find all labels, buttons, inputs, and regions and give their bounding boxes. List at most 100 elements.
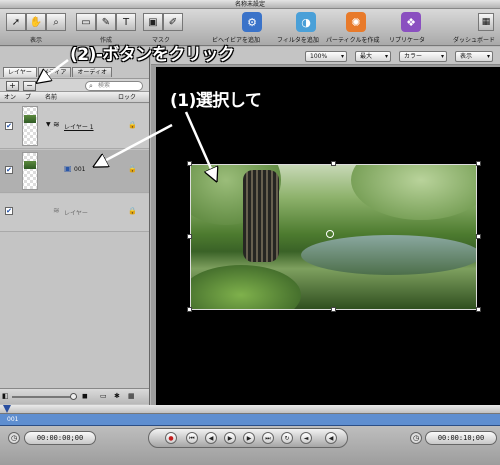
play-button[interactable]: ▶ — [224, 432, 236, 444]
group-layer-icon: ≋ — [53, 120, 60, 129]
view-mode-icon[interactable]: ▭ — [100, 392, 107, 400]
resolution-select[interactable]: 最大 ▾ — [355, 51, 391, 62]
zoom-icon[interactable]: ⌕ — [46, 13, 66, 31]
transform-handle[interactable] — [476, 234, 481, 239]
mask-rect-icon[interactable]: ▣ — [143, 13, 163, 31]
window-title-bar: 名称未設定 — [0, 0, 500, 9]
make-particles-label: パーティクルを作成 — [326, 37, 380, 44]
loop-button[interactable]: ↻ — [281, 432, 293, 444]
disclosure-triangle-icon[interactable]: ▼ — [46, 121, 51, 128]
timeline-track-001[interactable]: 001 — [0, 414, 500, 426]
current-timecode[interactable]: 00:00:00;00 — [24, 431, 96, 445]
thumbnail-size-slider[interactable] — [12, 393, 77, 400]
view-grid-icon[interactable]: ▦ — [128, 392, 135, 400]
tab-audio[interactable]: オーディオ — [72, 67, 113, 77]
layer-thumbnail — [22, 152, 38, 190]
view-tools-label: 表示 — [30, 37, 43, 44]
transform-handle[interactable] — [331, 161, 336, 166]
canvas[interactable] — [156, 67, 500, 405]
tab-layers[interactable]: レイヤー — [3, 67, 37, 77]
layer-visibility-checkbox[interactable]: ✔ — [5, 122, 13, 130]
layer-row-group[interactable]: ✔ ▼ ≋ レイヤー 1 🔒 — [0, 104, 149, 149]
color-channel-select[interactable]: カラー ▾ — [399, 51, 447, 62]
layer-row-001[interactable]: ✔ ▣ 001 🔒 — [0, 150, 149, 193]
transport-controls: ● ⏮ ◀ ▶ ▶ ⏭ ↻ ◄ ◀ — [148, 428, 348, 448]
mini-timeline: 001 ◷ 00:00:00;00 ● ⏮ ◀ ▶ ▶ ⏭ ↻ ◄ ◀ ◷ 00… — [0, 405, 500, 465]
layer-visibility-checkbox[interactable]: ✔ — [5, 207, 13, 215]
add-layer-button[interactable]: + — [6, 81, 19, 91]
transform-handle[interactable] — [476, 307, 481, 312]
view-options-select[interactable]: 表示 ▾ — [455, 51, 493, 62]
create-tools-group: ▭ ✎ T — [76, 13, 136, 31]
particle-icon[interactable]: ✺ — [346, 12, 366, 32]
layer-name: レイヤー 1 — [64, 124, 94, 131]
tab-media[interactable]: メディア — [37, 67, 72, 77]
settings-icon[interactable]: ✱ — [114, 392, 120, 400]
layers-column-header: オン プ 名前 ロック — [0, 92, 149, 103]
annotation-step1: (1)選択して — [170, 91, 262, 111]
selected-image-001[interactable] — [190, 164, 477, 310]
zoom-select[interactable]: 100% ▾ — [305, 51, 347, 62]
lock-icon[interactable]: 🔒 — [128, 121, 137, 129]
previous-frame-button[interactable]: ◀ — [205, 432, 217, 444]
transform-handle[interactable] — [187, 307, 192, 312]
mute-button[interactable]: ◀ — [325, 432, 337, 444]
window-title: 名称未設定 — [234, 1, 265, 8]
layer-row-placeholder[interactable]: ✔ ≋ レイヤー 🔒 — [0, 194, 149, 232]
layers-panel: レイヤー メディア オーディオ + − ⌕ 検索 オン プ 名前 ロック ✔ ▼… — [0, 47, 150, 405]
transform-handle[interactable] — [331, 307, 336, 312]
timecode-menu-icon[interactable]: ◷ — [8, 432, 20, 444]
behavior-gear-icon[interactable]: ⚙ — [242, 12, 262, 32]
remove-layer-button[interactable]: − — [23, 81, 36, 91]
pen-icon[interactable]: ✎ — [96, 13, 116, 31]
transform-handle[interactable] — [476, 161, 481, 166]
layers-toolbar: + − ⌕ 検索 — [0, 78, 149, 92]
water-wheel — [243, 170, 279, 262]
select-arrow-icon[interactable]: ➚ — [6, 13, 26, 31]
transform-handle[interactable] — [187, 161, 192, 166]
lock-icon[interactable]: 🔒 — [128, 165, 137, 173]
col-name: 名前 — [45, 94, 58, 101]
filter-icon[interactable]: ◑ — [296, 12, 316, 32]
layer-name: 001 — [74, 166, 86, 173]
mask-pen-icon[interactable]: ✐ — [163, 13, 183, 31]
go-to-start-button[interactable]: ⏮ — [186, 432, 198, 444]
layer-name: レイヤー — [64, 210, 88, 217]
record-button[interactable]: ● — [165, 432, 177, 444]
dashboard-icon[interactable]: ▦ — [478, 13, 494, 31]
col-lock: ロック — [118, 94, 137, 101]
duration-timecode[interactable]: 00:00:10;00 — [425, 431, 497, 445]
layers-footer: ◧ ◼ ▭ ✱ ▦ — [0, 388, 149, 404]
replicator-label: リプリケータ — [389, 37, 426, 44]
playhead[interactable] — [3, 405, 11, 413]
dashboard-label: ダッシュボード — [453, 37, 496, 44]
annotation-step2: (2)-ボタンをクリック — [70, 45, 235, 65]
slider-knob[interactable] — [70, 393, 77, 400]
image-layer-icon: ▣ — [64, 164, 72, 173]
hand-icon[interactable]: ✋ — [26, 13, 46, 31]
text-icon[interactable]: T — [116, 13, 136, 31]
large-thumb-icon[interactable]: ◼ — [82, 392, 88, 400]
rectangle-icon[interactable]: ▭ — [76, 13, 96, 31]
duration-menu-icon[interactable]: ◷ — [410, 432, 422, 444]
go-to-end-button[interactable]: ⏭ — [262, 432, 274, 444]
search-placeholder: 検索 — [98, 82, 111, 89]
col-on: オン — [4, 94, 17, 101]
audio-button[interactable]: ◄ — [300, 432, 312, 444]
search-input[interactable]: ⌕ 検索 — [85, 81, 143, 91]
timeline-ruler[interactable] — [0, 405, 500, 414]
lock-icon[interactable]: 🔒 — [128, 207, 137, 215]
replicator-icon[interactable]: ❖ — [401, 12, 421, 32]
layer-thumbnail — [22, 106, 38, 146]
panel-tabs: レイヤー メディア オーディオ — [3, 67, 113, 77]
anchor-point-handle[interactable] — [326, 230, 334, 238]
add-filter-label: フィルタを追加 — [277, 37, 319, 44]
small-thumb-icon[interactable]: ◧ — [2, 392, 9, 400]
layer-visibility-checkbox[interactable]: ✔ — [5, 166, 13, 174]
next-frame-button[interactable]: ▶ — [243, 432, 255, 444]
col-preview: プ — [25, 94, 32, 101]
transform-handle[interactable] — [187, 234, 192, 239]
search-icon: ⌕ — [89, 82, 93, 90]
mask-tools-group: ▣ ✐ — [143, 13, 183, 31]
view-tools-group: ➚ ✋ ⌕ — [6, 13, 66, 31]
